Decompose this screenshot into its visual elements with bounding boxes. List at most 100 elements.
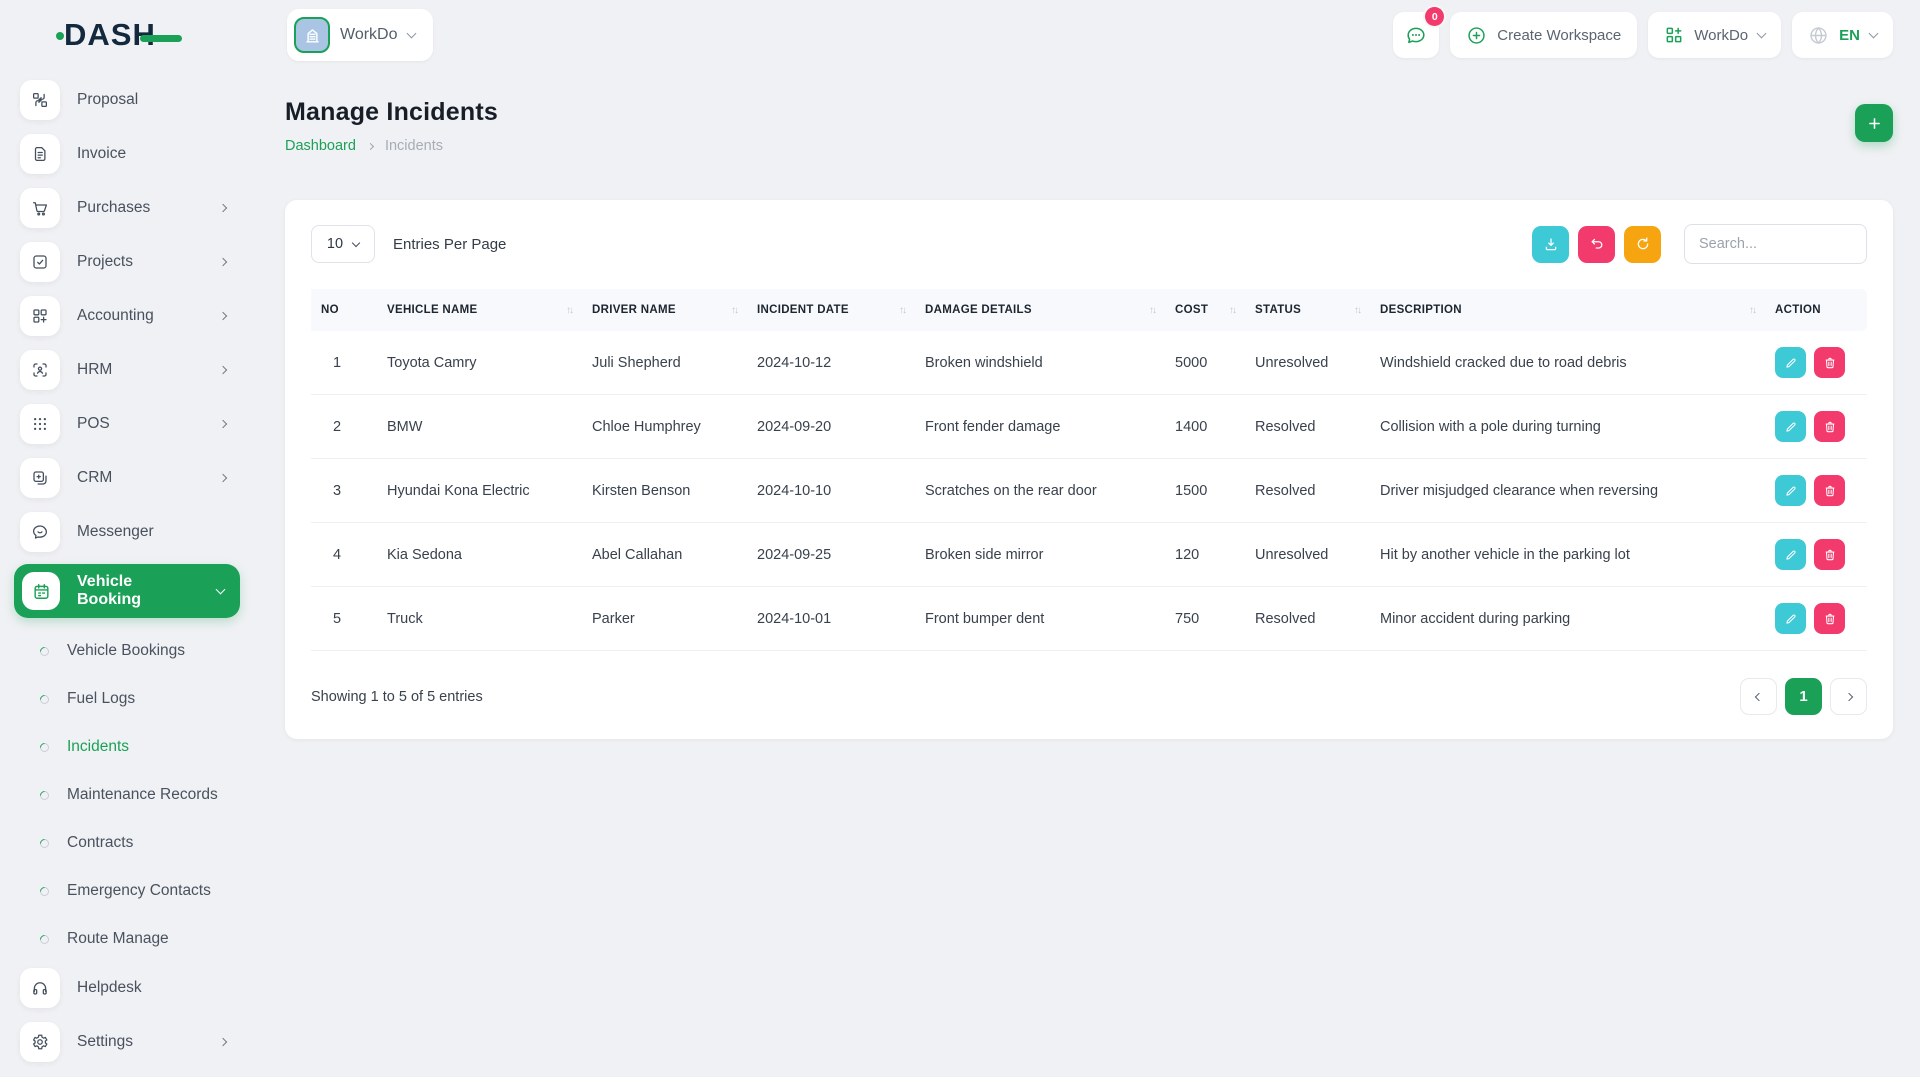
topbar-actions: 0 Create Workspace WorkDo EN	[1393, 7, 1893, 58]
edit-button[interactable]	[1775, 539, 1806, 570]
sidebar-item-vehicle-booking[interactable]: Vehicle Booking	[14, 564, 240, 618]
grid-plus-icon	[20, 296, 60, 336]
sidebar-item-hrm[interactable]: HRM	[14, 348, 240, 392]
edit-button[interactable]	[1775, 347, 1806, 378]
submenu-item[interactable]: Route Manage	[14, 918, 240, 960]
pencil-icon	[1784, 612, 1798, 626]
pencil-icon	[1784, 420, 1798, 434]
chevron-right-icon	[366, 142, 374, 150]
breadcrumb-current: Incidents	[384, 138, 443, 154]
workspace-dropdown[interactable]: WorkDo	[1648, 12, 1782, 58]
delete-button[interactable]	[1814, 347, 1845, 378]
column-header[interactable]: VEHICLE NAME	[377, 289, 582, 331]
sort-icon[interactable]	[731, 305, 737, 316]
cell-vehicle-name: BMW	[377, 394, 582, 459]
submenu-item[interactable]: Fuel Logs	[14, 678, 240, 720]
sidebar-item-label: Messenger	[77, 523, 154, 540]
messages-button[interactable]: 0	[1393, 7, 1445, 58]
sort-icon[interactable]	[1749, 305, 1755, 316]
cell-no: 5	[311, 586, 377, 651]
cell-no: 1	[311, 331, 377, 395]
bullet-icon	[38, 884, 51, 898]
submenu-item[interactable]: Emergency Contacts	[14, 870, 240, 912]
column-header[interactable]: DRIVER NAME	[582, 289, 747, 331]
sidebar-item-messenger[interactable]: Messenger	[14, 510, 240, 554]
vehicle-booking-submenu: Vehicle Bookings Fuel Logs Incidents Mai…	[14, 630, 240, 960]
cell-cost: 1500	[1165, 458, 1245, 523]
cell-driver-name: Juli Shepherd	[582, 331, 747, 395]
cell-cost: 750	[1165, 586, 1245, 651]
cell-description: Windshield cracked due to road debris	[1370, 331, 1765, 395]
showing-entries-text: Showing 1 to 5 of 5 entries	[311, 688, 483, 705]
submenu-item[interactable]: Maintenance Records	[14, 774, 240, 816]
sidebar-item-label: Invoice	[77, 145, 127, 162]
column-header[interactable]: NO	[311, 289, 377, 331]
chevron-right-icon	[1844, 692, 1853, 701]
sort-icon[interactable]	[1354, 305, 1360, 316]
chevron-down-icon	[1756, 28, 1767, 39]
column-header[interactable]: ACTION	[1765, 289, 1867, 331]
chat-icon	[1405, 24, 1427, 46]
language-selector[interactable]: EN	[1792, 12, 1893, 58]
column-header[interactable]: DESCRIPTION	[1370, 289, 1765, 331]
refresh-button[interactable]	[1624, 225, 1661, 263]
submenu-item[interactable]: Vehicle Bookings	[14, 630, 240, 672]
add-incident-button[interactable]	[1855, 104, 1893, 142]
breadcrumb-dashboard-link[interactable]: Dashboard	[285, 138, 356, 154]
download-icon	[1543, 236, 1559, 252]
incidents-card: 10 Entries Per Page Search... NO VEHICLE…	[285, 200, 1893, 739]
delete-button[interactable]	[1814, 411, 1845, 442]
edit-button[interactable]	[1775, 603, 1806, 634]
app-logo[interactable]: DASH	[56, 17, 182, 53]
submenu-item[interactable]: Incidents	[14, 726, 240, 768]
previous-page-button[interactable]	[1740, 678, 1777, 715]
cell-damage-details: Scratches on the rear door	[915, 458, 1165, 523]
sidebar-item-projects[interactable]: Projects	[14, 240, 240, 284]
chevron-right-icon	[218, 1037, 228, 1047]
sidebar-item-pos[interactable]: POS	[14, 402, 240, 446]
cell-damage-details: Front fender damage	[915, 394, 1165, 459]
sidebar-item-helpdesk[interactable]: Helpdesk	[14, 966, 240, 1010]
workspace-selector[interactable]: WorkDo	[287, 9, 433, 61]
sidebar-item-accounting[interactable]: Accounting	[14, 294, 240, 338]
sidebar-item-label: POS	[77, 415, 110, 432]
row-actions	[1775, 411, 1857, 442]
sidebar-item-proposal[interactable]: Proposal	[14, 78, 240, 122]
submenu-item-label: Route Manage	[67, 930, 169, 947]
delete-button[interactable]	[1814, 539, 1845, 570]
sidebar-item-crm[interactable]: CRM	[14, 456, 240, 500]
sort-icon[interactable]	[1149, 305, 1155, 316]
page-number-button[interactable]: 1	[1785, 678, 1822, 715]
invoice-icon	[20, 134, 60, 174]
search-input[interactable]	[1684, 224, 1867, 264]
chevron-right-icon	[218, 419, 228, 429]
edit-button[interactable]	[1775, 475, 1806, 506]
sort-icon[interactable]	[1229, 305, 1235, 316]
reset-button[interactable]	[1578, 225, 1615, 263]
user-focus-icon	[20, 350, 60, 390]
edit-button[interactable]	[1775, 411, 1806, 442]
entries-per-page-select[interactable]: 10	[311, 225, 375, 263]
submenu-item[interactable]: Contracts	[14, 822, 240, 864]
sidebar-item-settings[interactable]: Settings	[14, 1020, 240, 1064]
check-square-icon	[20, 242, 60, 282]
table-row: 4 Kia Sedona Abel Callahan 2024-09-25 Br…	[311, 522, 1867, 587]
sort-icon[interactable]	[899, 305, 905, 316]
create-workspace-button[interactable]: Create Workspace	[1450, 12, 1638, 58]
column-header[interactable]: COST	[1165, 289, 1245, 331]
column-header[interactable]: STATUS	[1245, 289, 1370, 331]
sidebar-item-invoice[interactable]: Invoice	[14, 132, 240, 176]
next-page-button[interactable]	[1830, 678, 1867, 715]
delete-button[interactable]	[1814, 475, 1845, 506]
export-button[interactable]	[1532, 225, 1569, 263]
delete-button[interactable]	[1814, 603, 1845, 634]
chevron-right-icon	[218, 473, 228, 483]
column-header[interactable]: DAMAGE DETAILS	[915, 289, 1165, 331]
cell-vehicle-name: Hyundai Kona Electric	[377, 458, 582, 523]
sort-icon[interactable]	[566, 305, 572, 316]
column-header[interactable]: INCIDENT DATE	[747, 289, 915, 331]
calendar-icon	[22, 572, 60, 610]
workspace-dropdown-label: WorkDo	[1694, 26, 1749, 44]
sidebar-item-purchases[interactable]: Purchases	[14, 186, 240, 230]
table-header: NO VEHICLE NAME DRIVER NAME INCIDENT DAT…	[311, 289, 1867, 331]
